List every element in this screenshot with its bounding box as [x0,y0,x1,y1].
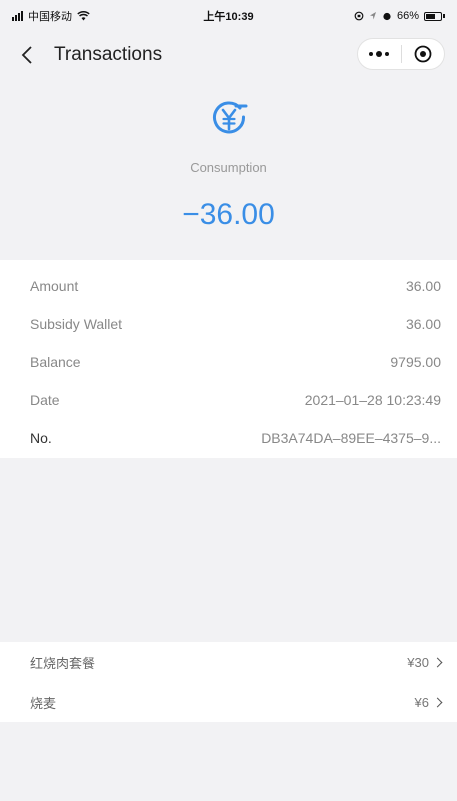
transaction-header: Consumption −36.00 [0,78,457,260]
yen-circle-icon [213,101,248,134]
signal-icon [12,11,23,21]
carrier-name: 中国移动 [28,11,72,23]
location-icon [369,12,376,20]
mini-program-capsule [357,38,445,70]
battery-icon [424,11,445,21]
chevron-right-icon [432,697,443,707]
chevron-left-icon [21,46,32,64]
transaction-type: Consumption [190,160,267,175]
item-price: ¥6 [414,694,429,710]
back-button[interactable] [0,32,54,78]
list-item[interactable]: 烧麦 ¥6 [30,682,443,722]
detail-row-subsidy-wallet: Subsidy Wallet 36.00 [30,305,441,343]
transaction-amount: −36.00 [182,198,275,231]
more-button[interactable] [358,39,401,69]
purchased-items: 红烧肉套餐 ¥30 烧麦 ¥6 [0,642,457,722]
chevron-right-icon [432,657,443,667]
detail-value: 36.00 [405,316,441,332]
transaction-details: Amount 36.00 Subsidy Wallet 36.00 Balanc… [0,260,457,458]
detail-value: 2021–01–28 10:23:49 [304,392,441,408]
more-dots-icon [369,51,390,57]
detail-row-date: Date 2021–01–28 10:23:49 [30,381,441,419]
item-name: 红烧肉套餐 [30,655,96,671]
item-price: ¥30 [407,654,429,670]
item-price-group: ¥30 [407,654,443,670]
nav-bar: Transactions [0,32,457,78]
clock: 上午10:39 [203,11,254,23]
list-item[interactable]: 红烧肉套餐 ¥30 [30,642,443,682]
detail-value: 36.00 [405,278,441,294]
detail-label: Balance [30,354,81,370]
wifi-icon [77,11,90,21]
detail-row-balance: Balance 9795.00 [30,343,441,381]
item-price-group: ¥6 [414,694,443,710]
target-close-icon [414,45,432,63]
detail-label: Amount [30,278,79,294]
detail-label: Date [30,392,60,408]
battery-percent: 66% [396,10,419,22]
orientation-lock-icon [354,11,364,21]
item-name: 烧麦 [30,695,57,711]
close-button[interactable] [402,39,445,69]
detail-row-amount: Amount 36.00 [30,267,441,305]
detail-label: No. [30,430,52,446]
detail-value: 9795.00 [390,354,441,370]
status-bar: 中国移动 上午10:39 66% [0,0,457,32]
alarm-icon [383,12,391,21]
detail-row-number: No. DB3A74DA–89EE–4375–9... [30,419,441,457]
status-right: 66% [295,10,445,22]
status-left: 中国移动 [12,8,162,24]
detail-value: DB3A74DA–89EE–4375–9... [261,430,441,446]
detail-label: Subsidy Wallet [30,316,123,332]
